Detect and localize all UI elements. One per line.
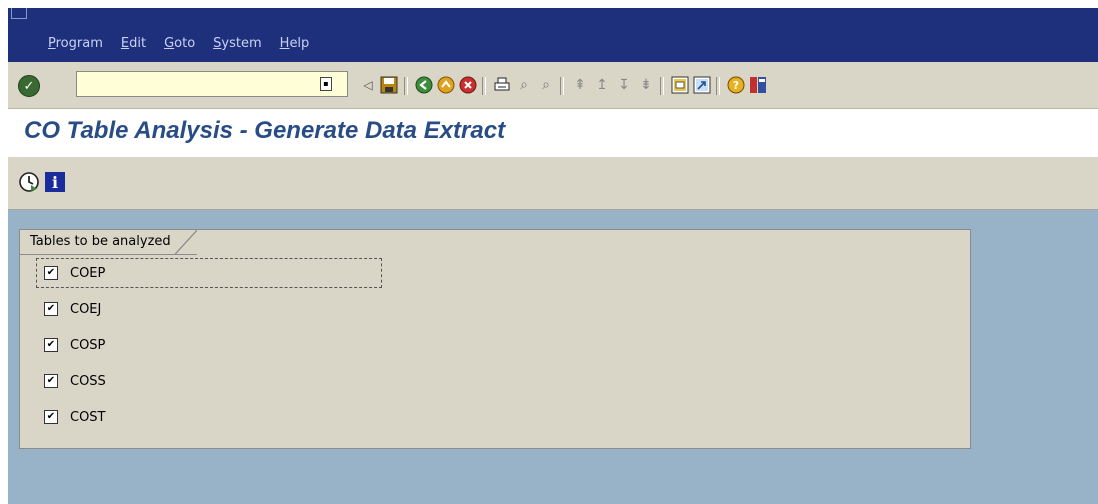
menu-items: Program Edit Goto System Help [48, 36, 309, 51]
create-session-icon[interactable] [670, 75, 690, 95]
title-bar: CO Table Analysis - Generate Data Extrac… [8, 109, 1098, 157]
standard-toolbar: ✓ ▪ ◁ ⌕ ⌕ ⇞ ↥ ↧ ⇟ ? [8, 62, 1098, 109]
first-page-icon[interactable]: ⇞ [570, 75, 590, 95]
system-menu-icon[interactable] [11, 8, 27, 19]
shortcut-icon[interactable] [692, 75, 712, 95]
menu-system[interactable]: System [213, 36, 262, 51]
back-icon[interactable] [414, 75, 434, 95]
application-toolbar: i [8, 157, 1098, 210]
checkbox-box[interactable]: ✔ [44, 266, 58, 280]
checkbox-box[interactable]: ✔ [44, 410, 58, 424]
menu-edit[interactable]: Edit [121, 36, 146, 51]
tables-group-box: Tables to be analyzed ✔ COEP ✔ COEJ ✔ CO… [19, 229, 971, 449]
checkbox-coss[interactable]: ✔ COSS [44, 370, 106, 392]
toolbar-separator [404, 77, 408, 95]
checkbox-label: COSS [70, 373, 106, 389]
svg-text:i: i [52, 173, 58, 192]
checkbox-coep[interactable]: ✔ COEP [44, 262, 105, 284]
help-icon[interactable]: ? [726, 75, 746, 95]
menu-program[interactable]: Program [48, 36, 103, 51]
checkbox-coej[interactable]: ✔ COEJ [44, 298, 101, 320]
page-title: CO Table Analysis - Generate Data Extrac… [24, 117, 506, 144]
enter-icon[interactable]: ✓ [18, 75, 40, 97]
checkbox-box[interactable]: ✔ [44, 302, 58, 316]
toolbar-separator [716, 77, 720, 95]
group-title: Tables to be analyzed [20, 230, 197, 255]
sap-window: Program Edit Goto System Help ✓ ▪ ◁ ⌕ ⌕ [8, 8, 1098, 504]
print-icon[interactable] [492, 75, 512, 95]
toolbar-separator [482, 77, 486, 95]
checkbox-label: COEP [70, 265, 106, 281]
cancel-icon[interactable] [458, 75, 478, 95]
info-icon[interactable]: i [44, 171, 66, 193]
svg-text:?: ? [733, 79, 739, 92]
exit-icon[interactable] [436, 75, 456, 95]
checkbox-label: COSP [70, 337, 106, 353]
toolbar-separator [660, 77, 664, 95]
find-icon[interactable]: ⌕ [514, 75, 534, 95]
checkbox-cost[interactable]: ✔ COST [44, 406, 106, 428]
checkbox-cosp[interactable]: ✔ COSP [44, 334, 105, 356]
customize-layout-icon[interactable] [748, 75, 768, 95]
menu-help[interactable]: Help [280, 36, 310, 51]
checkbox-box[interactable]: ✔ [44, 338, 58, 352]
checkbox-box[interactable]: ✔ [44, 374, 58, 388]
execute-icon[interactable] [18, 171, 40, 193]
checkbox-label: COEJ [70, 301, 102, 317]
command-field[interactable] [76, 71, 348, 97]
checkbox-label: COST [70, 409, 106, 425]
next-page-icon[interactable]: ↧ [614, 75, 634, 95]
save-icon[interactable] [379, 75, 399, 95]
find-next-icon[interactable]: ⌕ [536, 75, 556, 95]
last-page-icon[interactable]: ⇟ [636, 75, 656, 95]
toolbar-separator [560, 77, 564, 95]
menu-bar: Program Edit Goto System Help [8, 8, 1098, 62]
previous-page-icon[interactable]: ↥ [592, 75, 612, 95]
menu-goto[interactable]: Goto [164, 36, 195, 51]
command-field-dropdown-icon[interactable]: ▪ [320, 77, 332, 91]
back-arrow-icon[interactable]: ◁ [358, 75, 378, 95]
